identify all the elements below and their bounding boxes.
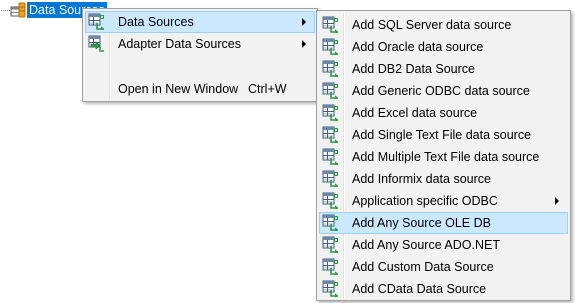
adapter-datasource-icon — [88, 35, 105, 52]
submenu-arrow-icon — [302, 40, 306, 48]
menu-item-label: Add Multiple Text File data source — [352, 150, 540, 164]
menu-item-shortcut: Ctrl+W — [248, 82, 287, 96]
datasource-icon — [322, 38, 339, 55]
menu-item-add-generic-odbc[interactable]: Add Generic ODBC data source — [319, 80, 568, 102]
menu-item-label: Add Single Text File data source — [352, 128, 532, 142]
menu-item-adapter-data-sources[interactable]: Adapter Data Sources — [85, 33, 315, 55]
database-icon — [10, 2, 26, 18]
menu-item-label: Open in New Window — [118, 82, 239, 96]
menu-item-label: Add Generic ODBC data source — [352, 84, 530, 98]
menu-item-label: Add Informix data source — [352, 172, 491, 186]
menu-item-add-custom-data-source[interactable]: Add Custom Data Source — [319, 256, 568, 278]
datasource-icon — [322, 16, 339, 33]
menu-item-label: Add CData Data Source — [352, 282, 487, 296]
menu-item-add-multiple-text-file[interactable]: Add Multiple Text File data source — [319, 146, 568, 168]
menu-item-add-excel[interactable]: Add Excel data source — [319, 102, 568, 124]
menu-item-label: Data Sources — [118, 15, 194, 29]
menu-item-add-any-source-ole-db[interactable]: Add Any Source OLE DB — [319, 212, 568, 234]
menu-item-add-any-source-ado-net[interactable]: Add Any Source ADO.NET — [319, 234, 568, 256]
menu-item-add-cdata-data-source[interactable]: Add CData Data Source — [319, 278, 568, 300]
menu-item-label: Application specific ODBC — [352, 194, 498, 208]
datasource-icon — [322, 126, 339, 143]
submenu-arrow-icon — [302, 18, 306, 26]
submenu-arrow-icon — [555, 197, 559, 205]
datasource-icon — [322, 236, 339, 253]
menu-item-add-single-text-file[interactable]: Add Single Text File data source — [319, 124, 568, 146]
menu-item-label: Add Custom Data Source — [352, 260, 494, 274]
datasource-icon — [322, 148, 339, 165]
menu-item-add-sql-server[interactable]: Add SQL Server data source — [319, 14, 568, 36]
data-sources-submenu: Add SQL Server data source Add Oracle da… — [316, 10, 571, 301]
datasource-icon — [322, 192, 339, 209]
menu-item-application-specific-odbc[interactable]: Application specific ODBC — [319, 190, 568, 212]
menu-item-label: Add Oracle data source — [352, 40, 484, 54]
menu-item-label: Add DB2 Data Source — [352, 62, 475, 76]
datasource-icon — [322, 258, 339, 275]
context-menu: Data Sources Adapter Data Sources Open i… — [82, 8, 318, 102]
menu-item-data-sources[interactable]: Data Sources — [85, 11, 315, 33]
menu-item-add-db2[interactable]: Add DB2 Data Source — [319, 58, 568, 80]
menu-item-open-in-new-window[interactable]: Open in New Window Ctrl+W — [85, 78, 315, 100]
menu-item-label: Add Any Source OLE DB — [352, 216, 491, 230]
datasource-icon — [322, 280, 339, 297]
datasource-icon — [322, 82, 339, 99]
datasource-icon — [322, 104, 339, 121]
menu-item-label: Add Excel data source — [352, 106, 478, 120]
datasource-icon — [322, 214, 339, 231]
datasource-icon — [322, 170, 339, 187]
menu-item-add-oracle[interactable]: Add Oracle data source — [319, 36, 568, 58]
datasource-icon — [322, 60, 339, 77]
tree-connector-line — [1, 10, 10, 11]
menu-item-label: Add Any Source ADO.NET — [352, 238, 500, 252]
menu-item-label: Adapter Data Sources — [118, 37, 241, 51]
datasource-icon — [88, 13, 105, 30]
menu-item-label: Add SQL Server data source — [352, 18, 512, 32]
menu-item-add-informix[interactable]: Add Informix data source — [319, 168, 568, 190]
